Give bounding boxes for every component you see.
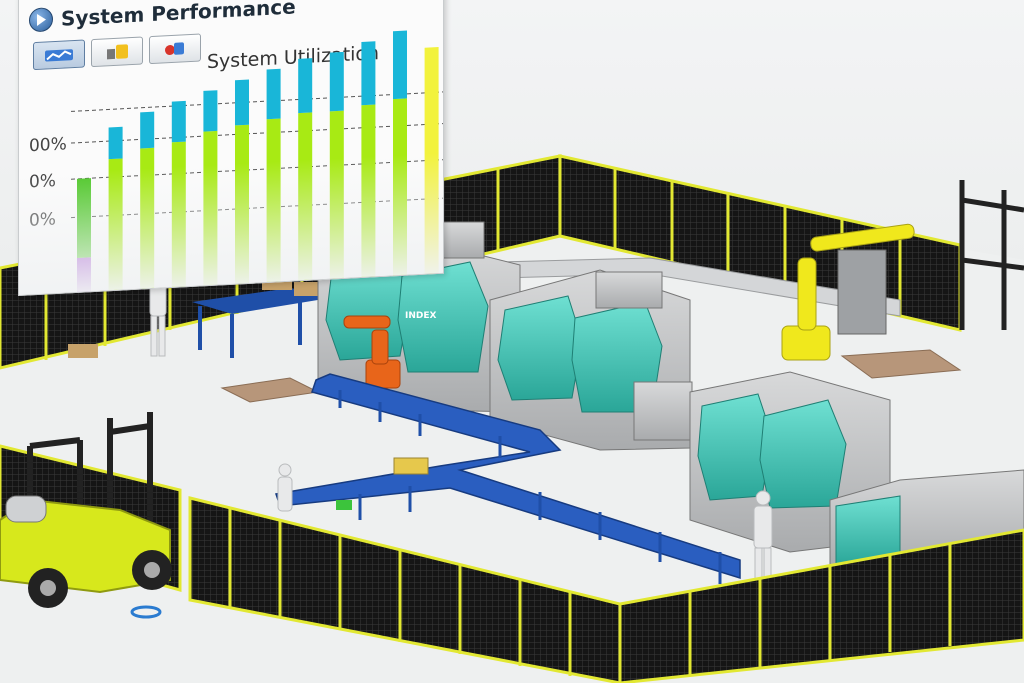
- bar-segment: [361, 41, 376, 106]
- bar-segment: [235, 79, 249, 126]
- gridline: [71, 91, 443, 112]
- panel-fade: [19, 152, 443, 295]
- machine-1-brand: INDEX: [405, 311, 436, 321]
- bar-segment: [298, 58, 313, 114]
- gridline: [71, 123, 443, 144]
- system-performance-window[interactable]: System Performance System Utilization 00…: [18, 0, 444, 296]
- bar-segment: [329, 51, 344, 112]
- bar-segment: [108, 126, 123, 160]
- bar-segment: [203, 90, 218, 132]
- y-tick-label: 00%: [29, 134, 67, 156]
- bar-segment: [393, 30, 407, 100]
- bar-segment: [140, 111, 155, 149]
- cnc-machine-2: [489, 269, 693, 451]
- bar-segment: [266, 68, 281, 120]
- bar-segment: [171, 100, 186, 143]
- operator-middle: [277, 463, 293, 512]
